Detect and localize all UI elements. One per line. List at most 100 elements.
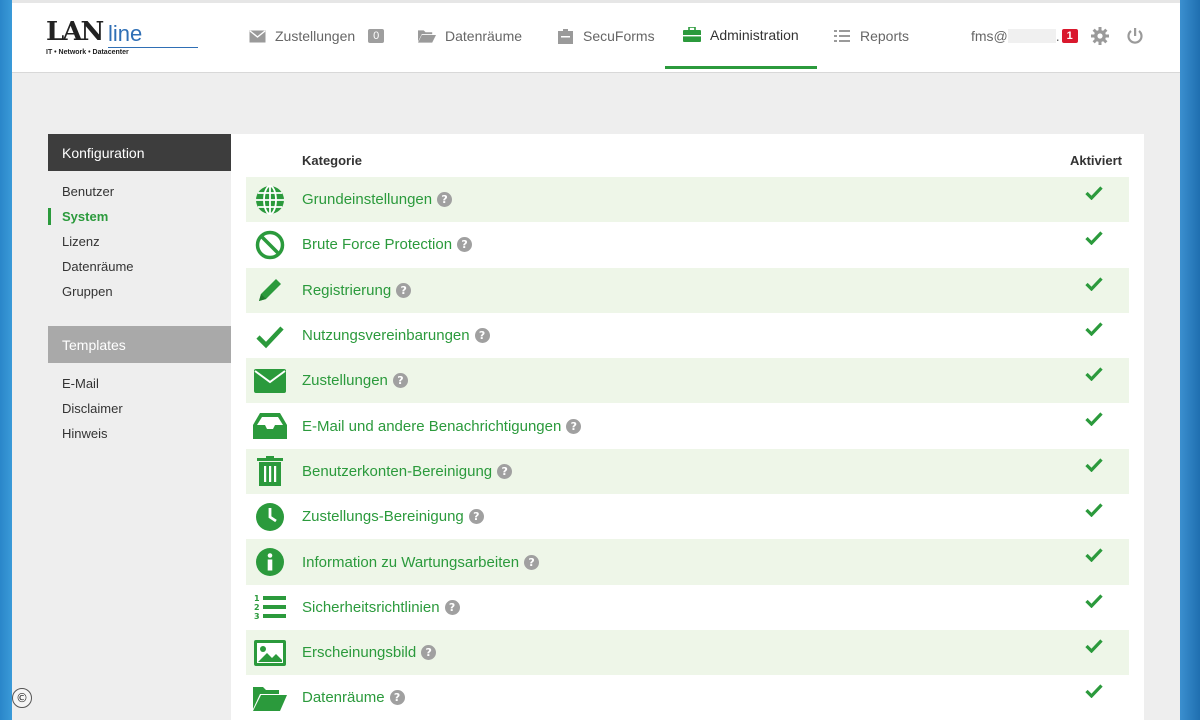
notification-badge[interactable]: 1 — [1061, 29, 1078, 43]
sidebar-section-konfiguration[interactable]: Konfiguration — [48, 134, 241, 171]
help-icon[interactable]: ? — [421, 645, 437, 661]
help-icon[interactable]: ? — [566, 418, 582, 434]
folder-open-icon — [418, 28, 436, 44]
sidebar-item-datenraeume[interactable]: Datenräume — [48, 254, 231, 279]
settings-row[interactable]: Registrierung? — [246, 267, 1129, 313]
nav-label: Reports — [860, 28, 910, 44]
settings-row-label[interactable]: Brute Force Protection — [302, 236, 452, 253]
settings-row-label[interactable]: Zustellungen — [302, 372, 388, 389]
gear-icon — [1091, 27, 1109, 45]
app-window: LAN line IT • Network • Datacenter Zuste… — [12, 0, 1180, 720]
settings-row[interactable]: Information zu Wartungsarbeiten? — [246, 539, 1129, 585]
logout-button[interactable] — [1126, 3, 1144, 69]
settings-row-label[interactable]: Sicherheitsrichtlinien — [302, 599, 440, 616]
settings-row-label[interactable]: Datenräume — [302, 689, 385, 706]
settings-row[interactable]: Erscheinungsbild? — [246, 629, 1129, 676]
nav-zustellungen[interactable]: Zustellungen 0 — [248, 3, 385, 69]
help-icon[interactable]: ? — [497, 463, 513, 479]
help-icon[interactable]: ? — [457, 237, 473, 253]
settings-row[interactable]: Zustellungen? — [246, 358, 1129, 404]
sidebar-item-disclaimer[interactable]: Disclaimer — [48, 396, 231, 421]
svg-text:2: 2 — [254, 603, 260, 612]
settings-row[interactable]: Grundeinstellungen? — [246, 177, 1129, 223]
nav-datenraeume[interactable]: Datenräume — [418, 3, 522, 69]
help-icon[interactable]: ? — [392, 373, 408, 389]
trash-icon — [246, 456, 294, 487]
logo-main: LAN — [46, 17, 104, 47]
user-email-redaction — [1007, 29, 1056, 43]
help-icon[interactable]: ? — [396, 282, 412, 298]
settings-row[interactable]: E-Mail und andere Benachrichtigungen? — [246, 403, 1129, 448]
settings-row-label[interactable]: Grundeinstellungen — [302, 191, 432, 208]
activated-checkmark-icon[interactable] — [1085, 185, 1103, 204]
info-icon — [246, 547, 294, 577]
folder-open-icon — [246, 685, 294, 711]
settings-row-label[interactable]: Information zu Wartungsarbeiten — [302, 554, 519, 571]
settings-row[interactable]: Nutzungsvereinbarungen? — [246, 313, 1129, 358]
ordered-list-icon: 123 — [246, 593, 294, 621]
activated-checkmark-icon[interactable] — [1085, 547, 1103, 566]
konfiguration-list: Benutzer System Lizenz Datenräume Gruppe… — [48, 171, 231, 310]
settings-row-label[interactable]: Benutzerkonten-Bereinigung — [302, 463, 492, 480]
help-icon[interactable]: ? — [444, 599, 460, 615]
sidebar-item-email[interactable]: E-Mail — [48, 371, 231, 396]
pencil-icon — [246, 275, 294, 305]
inbox-icon — [246, 413, 294, 440]
settings-row-label[interactable]: Nutzungsvereinbarungen — [302, 327, 470, 344]
nav-reports[interactable]: Reports — [833, 3, 909, 69]
settings-row[interactable]: 1 2 3 Sicherheitsrichtlinien? — [246, 585, 1129, 630]
top-navigation-bar: LAN line IT • Network • Datacenter Zuste… — [12, 0, 1180, 73]
nav-label: SecuForms — [583, 28, 655, 44]
nav-administration[interactable]: Administration — [665, 3, 817, 69]
help-icon[interactable]: ? — [474, 328, 490, 344]
activated-checkmark-icon[interactable] — [1085, 276, 1103, 295]
sidebar-item-gruppen[interactable]: Gruppen — [48, 279, 231, 304]
settings-row[interactable]: Zustellungs-Bereinigung? — [246, 494, 1129, 539]
templates-list: E-Mail Disclaimer Hinweis — [48, 363, 231, 452]
activated-checkmark-icon[interactable] — [1085, 366, 1103, 385]
settings-row[interactable]: Brute Force Protection? — [246, 222, 1129, 267]
nav-secuforms[interactable]: SecuForms — [556, 3, 655, 69]
sidebar-item-hinweis[interactable]: Hinweis — [48, 421, 231, 446]
settings-button[interactable] — [1091, 3, 1109, 69]
sidebar-item-lizenz[interactable]: Lizenz — [48, 229, 231, 254]
activated-checkmark-icon[interactable] — [1085, 638, 1103, 657]
settings-row[interactable]: Benutzerkonten-Bereinigung? — [246, 448, 1129, 495]
settings-table-body: Grundeinstellungen? Brute Force Protectio… — [246, 177, 1129, 720]
sidebar-section-templates[interactable]: Templates — [48, 326, 231, 363]
settings-row-label[interactable]: Registrierung — [302, 282, 391, 299]
help-icon[interactable]: ? — [437, 192, 453, 208]
activated-checkmark-icon[interactable] — [1085, 502, 1103, 521]
help-icon[interactable]: ? — [389, 690, 405, 706]
nav-label: Zustellungen — [275, 28, 356, 44]
clock-icon — [246, 502, 294, 532]
logo-tagline: IT • Network • Datacenter — [46, 49, 129, 56]
power-icon — [1126, 28, 1144, 44]
settings-row-label[interactable]: E-Mail und andere Benachrichtigungen — [302, 418, 561, 435]
help-icon[interactable]: ? — [468, 509, 484, 525]
activated-checkmark-icon[interactable] — [1085, 411, 1103, 430]
nav-label: Administration — [710, 26, 799, 43]
user-account-menu[interactable]: fms@ . 1 — [971, 3, 1078, 69]
zustellungen-count-badge: 0 — [368, 29, 385, 43]
svg-text:1: 1 — [254, 594, 260, 603]
help-icon[interactable]: ? — [524, 554, 540, 570]
system-settings-panel: Kategorie Aktiviert Grundeinstellungen? B… — [231, 134, 1144, 720]
settings-row-label[interactable]: Zustellungs-Bereinigung — [302, 508, 464, 525]
activated-checkmark-icon[interactable] — [1085, 321, 1103, 340]
settings-row[interactable]: Datenräume? — [246, 675, 1129, 720]
envelope-icon — [246, 368, 294, 393]
logo-underline — [108, 47, 198, 48]
sidebar-item-benutzer[interactable]: Benutzer — [48, 179, 231, 204]
sidebar-item-system[interactable]: System — [48, 204, 231, 229]
activated-checkmark-icon[interactable] — [1085, 593, 1103, 612]
settings-row-label[interactable]: Erscheinungsbild — [302, 644, 416, 661]
column-header-aktiviert: Aktiviert — [1069, 153, 1122, 168]
activated-checkmark-icon[interactable] — [1085, 457, 1103, 476]
activated-checkmark-icon[interactable] — [1085, 230, 1103, 249]
column-header-kategorie: Kategorie — [302, 153, 362, 168]
copyright-mark: © — [12, 688, 32, 708]
lanline-logo[interactable]: LAN line IT • Network • Datacenter — [46, 17, 206, 63]
briefcase-icon — [683, 27, 701, 43]
activated-checkmark-icon[interactable] — [1085, 683, 1103, 702]
